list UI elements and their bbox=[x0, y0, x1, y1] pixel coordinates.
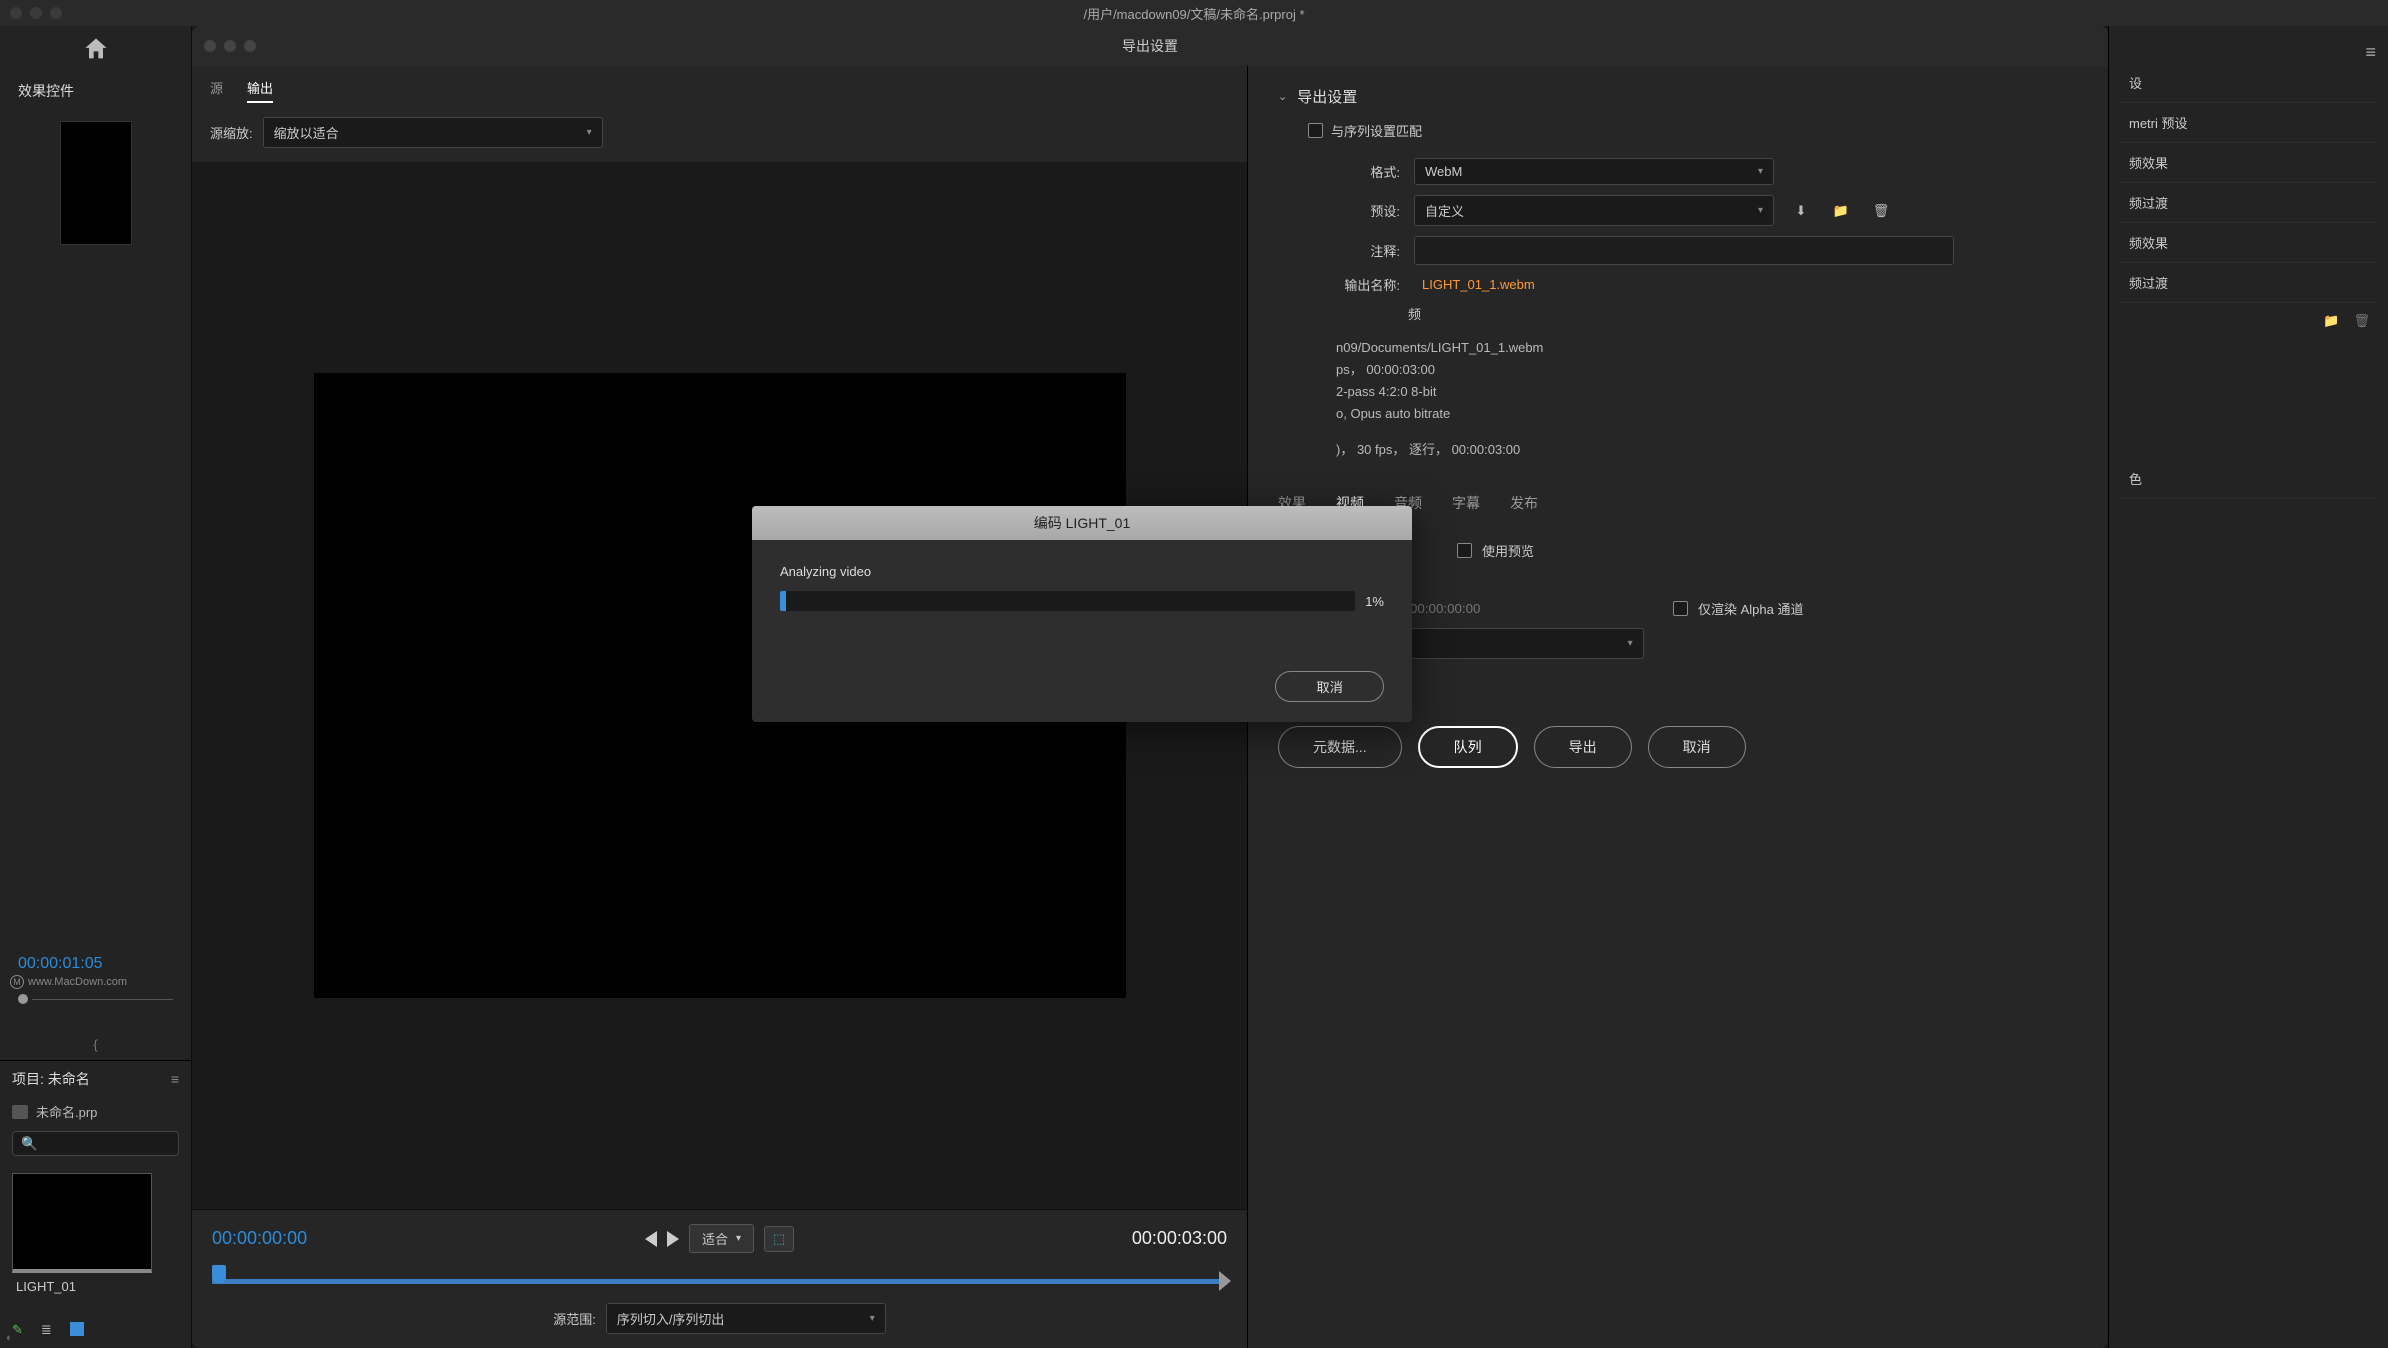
export-audio-partial: 频 bbox=[1408, 304, 1421, 323]
match-sequence-checkbox[interactable] bbox=[1308, 123, 1323, 138]
export-button[interactable]: 导出 bbox=[1534, 726, 1632, 768]
tab-captions[interactable]: 字幕 bbox=[1452, 493, 1480, 519]
fit-dropdown[interactable]: 适合▾ bbox=[689, 1224, 754, 1253]
modal-min-dot[interactable] bbox=[224, 40, 236, 52]
list-view-icon[interactable]: ≣ bbox=[41, 1322, 52, 1338]
out-point-icon[interactable] bbox=[1219, 1271, 1231, 1291]
modal-zoom-dot[interactable] bbox=[244, 40, 256, 52]
bin-icon bbox=[12, 1105, 28, 1119]
aspect-icon[interactable]: ⬚ bbox=[764, 1226, 794, 1252]
right-item-2[interactable]: 频效果 bbox=[2121, 143, 2376, 183]
format-label: 格式: bbox=[1336, 162, 1400, 181]
zoom-dot[interactable] bbox=[50, 7, 62, 19]
watermark-text: M www.MacDown.com bbox=[0, 975, 191, 989]
comments-input[interactable] bbox=[1414, 236, 1954, 265]
progress-percent: 1% bbox=[1365, 594, 1384, 609]
alpha-only-label: 仅渲染 Alpha 通道 bbox=[1698, 599, 1803, 618]
tab-publish[interactable]: 发布 bbox=[1510, 493, 1538, 519]
icon-view-icon[interactable] bbox=[70, 1322, 84, 1336]
encoding-progress-dialog: 编码 LIGHT_01 Analyzing video 1% 取消 bbox=[752, 506, 1412, 722]
step-back-button[interactable] bbox=[645, 1231, 657, 1247]
right-item-1[interactable]: metri 预设 bbox=[2121, 103, 2376, 143]
playhead[interactable] bbox=[212, 1265, 226, 1283]
progress-dialog-title: 编码 LIGHT_01 bbox=[752, 506, 1412, 540]
format-dropdown[interactable]: WebM▾ bbox=[1414, 158, 1774, 185]
right-item-4[interactable]: 频效果 bbox=[2121, 223, 2376, 263]
output-filename-link[interactable]: LIGHT_01_1.webm bbox=[1422, 277, 1535, 292]
edit-icon[interactable]: ✎ bbox=[12, 1322, 23, 1338]
source-scale-dropdown[interactable]: 缩放以适合▾ bbox=[263, 117, 603, 148]
project-search-input[interactable] bbox=[12, 1131, 179, 1156]
metadata-button[interactable]: 元数据... bbox=[1278, 726, 1402, 768]
progress-status-text: Analyzing video bbox=[780, 564, 1384, 579]
main-titlebar: /用户/macdown09/文稿/未命名.prproj * bbox=[0, 0, 2388, 26]
import-preset-icon[interactable]: 📁 bbox=[1828, 200, 1854, 222]
clip-name-label: LIGHT_01 bbox=[12, 1273, 152, 1300]
use-previews-checkbox[interactable] bbox=[1457, 543, 1472, 558]
modal-close-dot[interactable] bbox=[204, 40, 216, 52]
source-range-dropdown[interactable]: 序列切入/序列切出▾ bbox=[606, 1303, 886, 1334]
right-item-3[interactable]: 频过渡 bbox=[2121, 183, 2376, 223]
comments-label: 注释: bbox=[1336, 241, 1400, 260]
chevron-down-icon: ⌄ bbox=[1278, 90, 1287, 103]
right-item-5[interactable]: 频过渡 bbox=[2121, 263, 2376, 303]
use-previews-label: 使用预览 bbox=[1482, 541, 1534, 560]
start-timecode[interactable]: 00:00:00:00 bbox=[212, 1228, 307, 1249]
source-range-label: 源范围: bbox=[553, 1309, 596, 1328]
window-controls[interactable] bbox=[10, 7, 62, 19]
preset-label: 预设: bbox=[1336, 201, 1400, 220]
source-preview-thumb bbox=[60, 121, 132, 245]
progress-bar bbox=[780, 591, 1355, 611]
save-preset-icon[interactable]: ⬇ bbox=[1788, 200, 1814, 222]
end-timecode: 00:00:03:00 bbox=[1132, 1228, 1227, 1249]
export-window-header: 导出设置 bbox=[192, 26, 2108, 66]
right-item-6[interactable]: 色 bbox=[2121, 459, 2376, 499]
panel-menu-icon[interactable]: ≡ bbox=[171, 1071, 179, 1087]
clip-thumbnail[interactable] bbox=[12, 1173, 152, 1273]
export-timeline[interactable] bbox=[212, 1263, 1227, 1287]
creative-cloud-icon[interactable]: ◐ bbox=[6, 1332, 13, 1344]
tab-source[interactable]: 源 bbox=[210, 78, 223, 103]
close-dot[interactable] bbox=[10, 7, 22, 19]
project-clip-item[interactable]: LIGHT_01 bbox=[12, 1173, 152, 1300]
right-item-0[interactable]: 设 bbox=[2121, 63, 2376, 103]
document-path: /用户/macdown09/文稿/未命名.prproj * bbox=[1083, 4, 1304, 23]
output-name-label: 输出名称: bbox=[1308, 275, 1400, 294]
alpha-only-checkbox[interactable] bbox=[1673, 601, 1688, 616]
effect-controls-title: 效果控件 bbox=[0, 71, 191, 111]
preview-timecode[interactable]: 00:00:01:05 bbox=[0, 955, 191, 973]
step-forward-button[interactable] bbox=[667, 1231, 679, 1247]
summary-block: n09/Documents/LIGHT_01_1.webm ps， 00:00:… bbox=[1336, 337, 2078, 461]
preset-dropdown[interactable]: 自定义▾ bbox=[1414, 195, 1774, 226]
project-file-row[interactable]: 未命名.prp bbox=[0, 1097, 191, 1126]
queue-button[interactable]: 队列 bbox=[1418, 726, 1518, 768]
new-bin-icon[interactable]: 📁 bbox=[2323, 313, 2339, 329]
zoom-slider[interactable] bbox=[0, 989, 191, 1009]
export-window-title: 导出设置 bbox=[1122, 36, 1178, 56]
export-settings-section[interactable]: ⌄ 导出设置 bbox=[1278, 86, 2078, 107]
cancel-button[interactable]: 取消 bbox=[1648, 726, 1746, 768]
project-panel-title: 项目: 未命名 bbox=[12, 1069, 90, 1089]
home-button[interactable] bbox=[0, 26, 191, 71]
start-tc-input[interactable] bbox=[1404, 599, 1593, 618]
source-scale-label: 源缩放: bbox=[210, 123, 253, 142]
minimize-dot[interactable] bbox=[30, 7, 42, 19]
tab-output[interactable]: 输出 bbox=[247, 78, 273, 103]
trash-icon[interactable]: 🗑 bbox=[2353, 313, 2370, 329]
right-panel-menu-icon[interactable]: ≡ bbox=[2121, 42, 2376, 63]
project-file-name: 未命名.prp bbox=[36, 1102, 97, 1121]
match-sequence-label: 与序列设置匹配 bbox=[1331, 121, 1422, 140]
progress-cancel-button[interactable]: 取消 bbox=[1275, 671, 1384, 702]
delete-preset-icon[interactable]: 🗑 bbox=[1868, 200, 1894, 222]
